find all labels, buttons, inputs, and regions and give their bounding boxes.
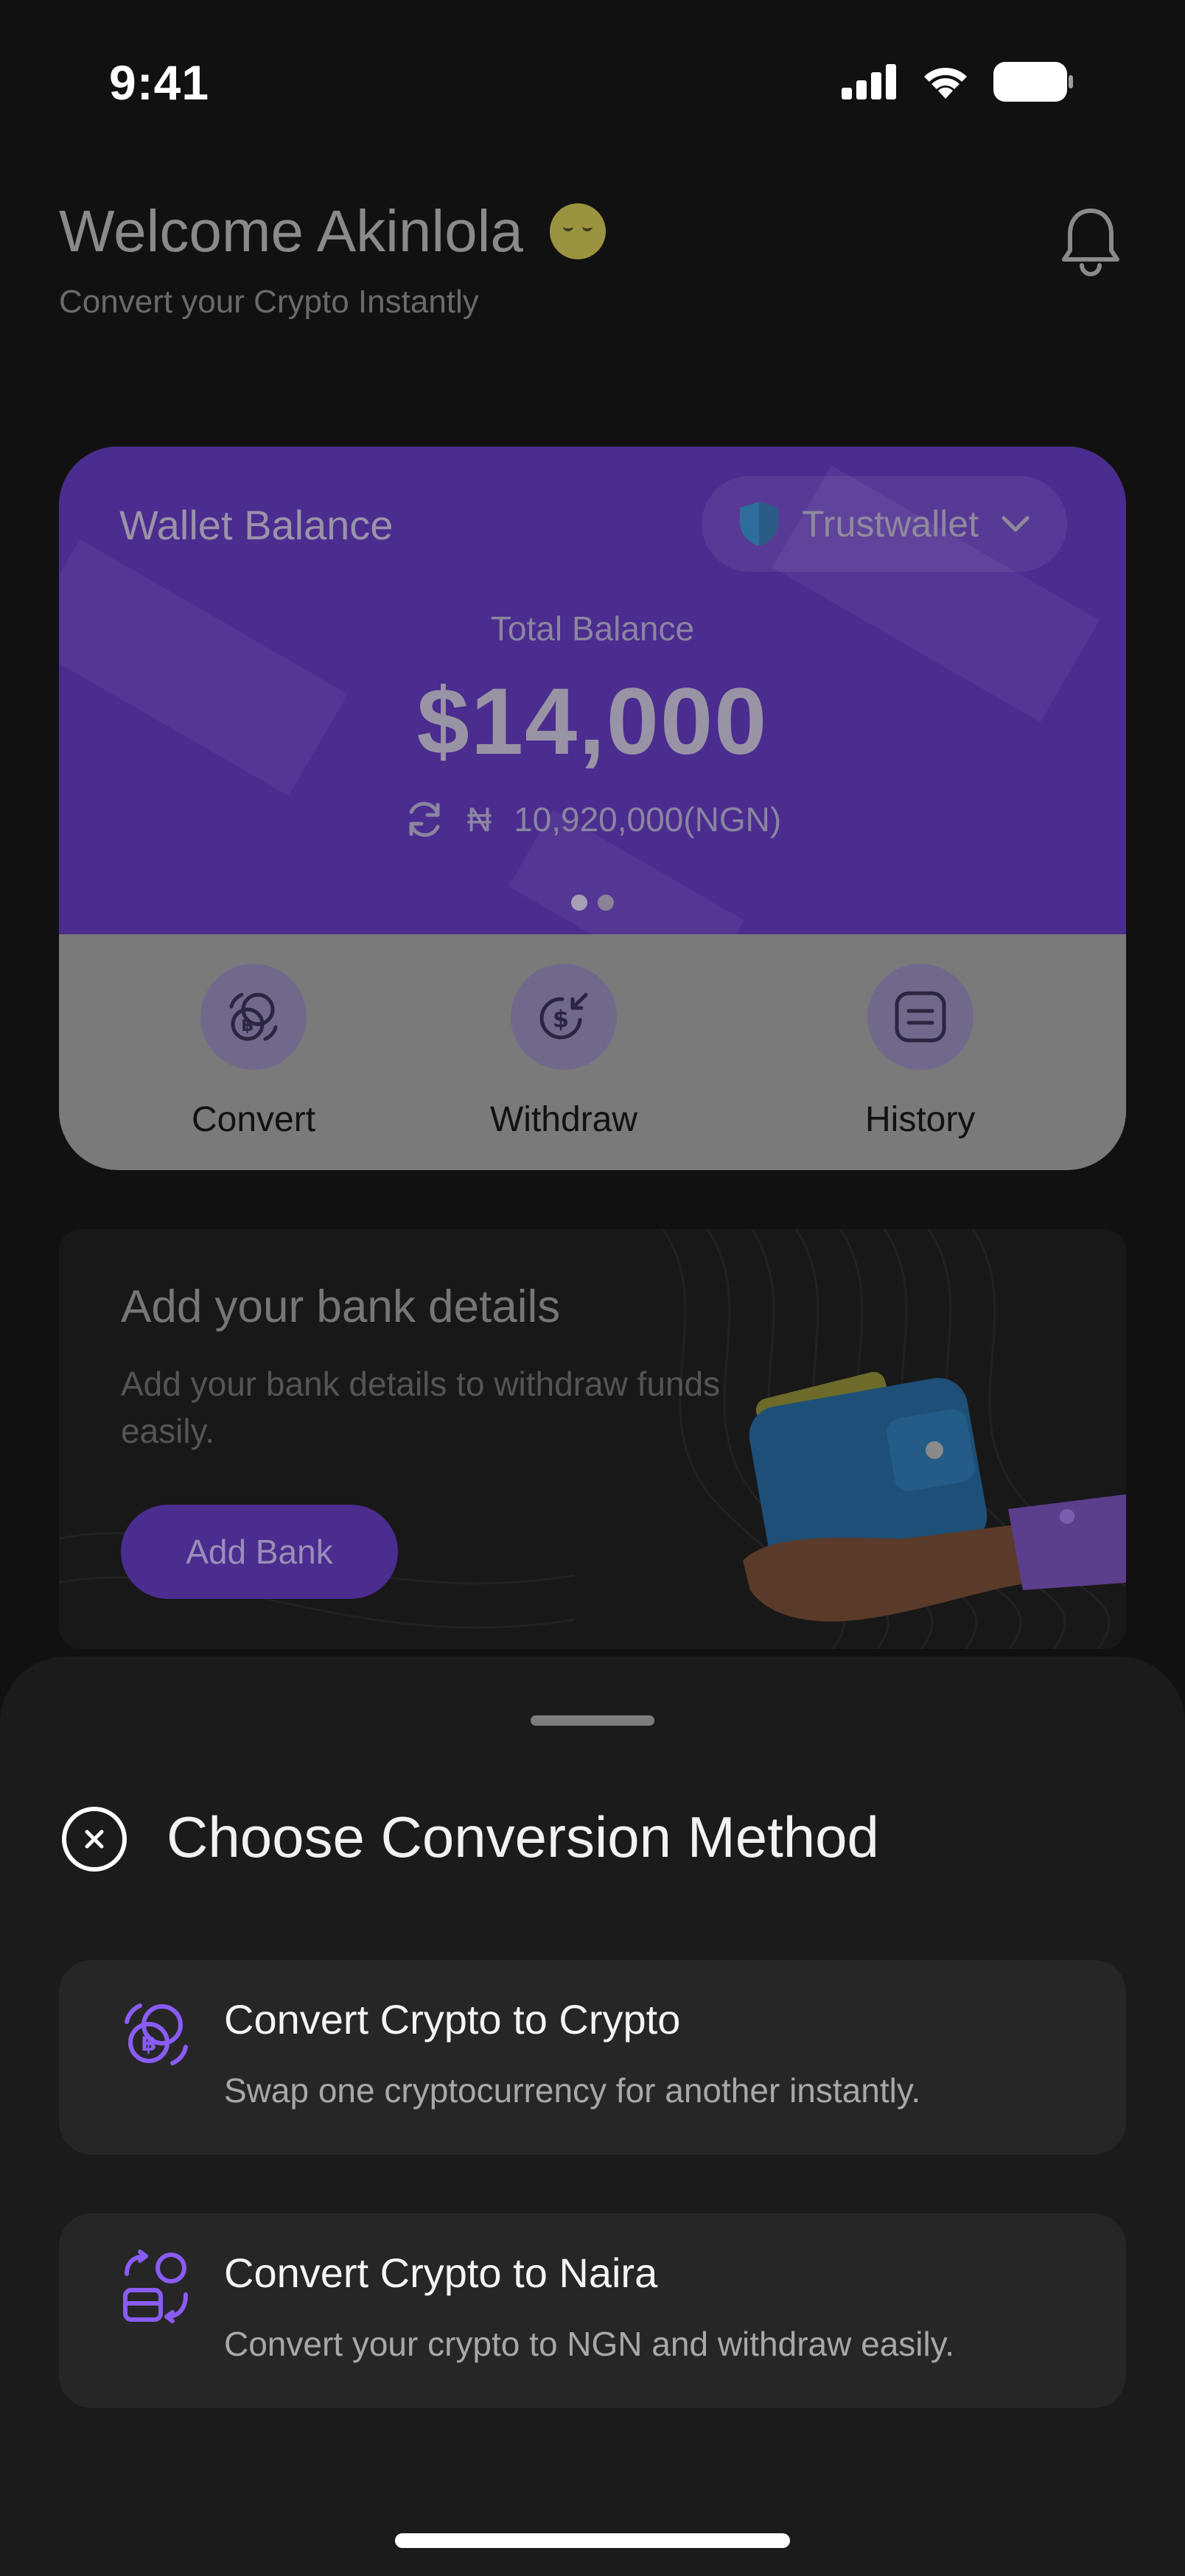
convert-action-button[interactable]: ฿ Convert — [192, 964, 315, 1140]
close-icon — [85, 1830, 104, 1849]
smile-emoji-icon — [549, 203, 606, 259]
ngn-balance-row: ₦ 10,920,000(NGN) — [59, 799, 1126, 840]
wallet-actions: ฿ Convert $ Withdraw History — [59, 934, 1126, 1170]
welcome-subtitle: Convert your Crypto Instantly — [59, 284, 479, 320]
option-description: Swap one cryptocurrency for another inst… — [224, 2071, 921, 2110]
svg-text:฿: ฿ — [242, 1015, 254, 1035]
add-bank-description: Add your bank details to withdraw funds … — [121, 1365, 721, 1450]
wallet-balance-label: Wallet Balance — [119, 502, 394, 548]
status-time: 9:41 — [109, 55, 210, 110]
app-screen: 9:41 Welcome Akinlola Convert your Crypt… — [0, 0, 1185, 2576]
welcome-heading: Welcome Akinlola — [59, 197, 606, 265]
carousel-dot[interactable] — [571, 895, 587, 911]
carousel-dots — [59, 895, 1126, 911]
total-balance-value: $14,000 — [416, 669, 769, 774]
wifi-icon — [924, 67, 967, 99]
shield-icon — [740, 502, 779, 546]
option-title: Convert Crypto to Naira — [224, 2250, 658, 2296]
welcome-text: Welcome Akinlola — [59, 198, 523, 264]
crypto-swap-icon: ฿ — [229, 993, 278, 1041]
option-crypto-to-crypto[interactable]: ฿ Convert Crypto to Crypto Swap one cryp… — [59, 1960, 1126, 2155]
conversion-method-sheet: Choose Conversion Method ฿ Convert Crypt… — [0, 1656, 1185, 2576]
add-bank-title: Add your bank details — [121, 1281, 561, 1332]
option-crypto-to-naira[interactable]: Convert Crypto to Naira Convert your cry… — [59, 2213, 1126, 2408]
home-indicator[interactable] — [395, 2533, 790, 2548]
refresh-icon[interactable] — [404, 799, 445, 840]
close-sheet-button[interactable] — [62, 1807, 127, 1872]
add-bank-card: Add your bank details Add your bank deta… — [59, 1229, 1126, 1649]
history-icon — [895, 991, 946, 1043]
wallet-balance-panel: Wallet Balance Trustwallet Total Balance… — [59, 447, 1126, 934]
withdraw-icon: $ — [539, 993, 588, 1040]
sheet-drag-handle[interactable] — [531, 1715, 654, 1726]
chevron-down-icon — [1002, 516, 1030, 532]
notification-bell-icon[interactable] — [1061, 206, 1120, 277]
history-action-circle — [867, 964, 973, 1070]
svg-text:฿: ฿ — [141, 2031, 157, 2057]
ngn-balance-value: 10,920,000(NGN) — [514, 800, 782, 839]
total-balance-label: Total Balance — [490, 609, 695, 648]
history-action-button[interactable]: History — [865, 964, 975, 1140]
add-bank-button[interactable]: Add Bank — [121, 1505, 398, 1599]
withdraw-action-circle: $ — [511, 964, 618, 1070]
convert-action-circle: ฿ — [200, 964, 307, 1070]
sheet-title: Choose Conversion Method — [167, 1805, 879, 1869]
withdraw-action-label: Withdraw — [490, 1100, 638, 1139]
wallet-card: Wallet Balance Trustwallet Total Balance… — [59, 447, 1126, 1170]
withdraw-action-button[interactable]: $ Withdraw — [490, 964, 637, 1140]
svg-text:$: $ — [553, 1005, 569, 1033]
wallet-selector-label: Trustwallet — [802, 503, 979, 545]
status-icons — [842, 62, 1074, 102]
history-action-label: History — [865, 1100, 976, 1139]
naira-symbol: ₦ — [466, 800, 492, 839]
crypto-to-fiat-icon — [123, 2250, 188, 2323]
wallet-in-hand-illustration — [743, 1371, 1126, 1622]
battery-icon — [993, 62, 1073, 102]
convert-action-label: Convert — [192, 1100, 316, 1139]
carousel-dot[interactable] — [598, 895, 614, 911]
option-description: Convert your crypto to NGN and withdraw … — [224, 2325, 955, 2363]
crypto-swap-icon: ฿ — [125, 2003, 188, 2065]
wallet-selector[interactable]: Trustwallet — [702, 476, 1067, 572]
signal-icon — [842, 64, 896, 99]
option-title: Convert Crypto to Crypto — [224, 1996, 681, 2043]
